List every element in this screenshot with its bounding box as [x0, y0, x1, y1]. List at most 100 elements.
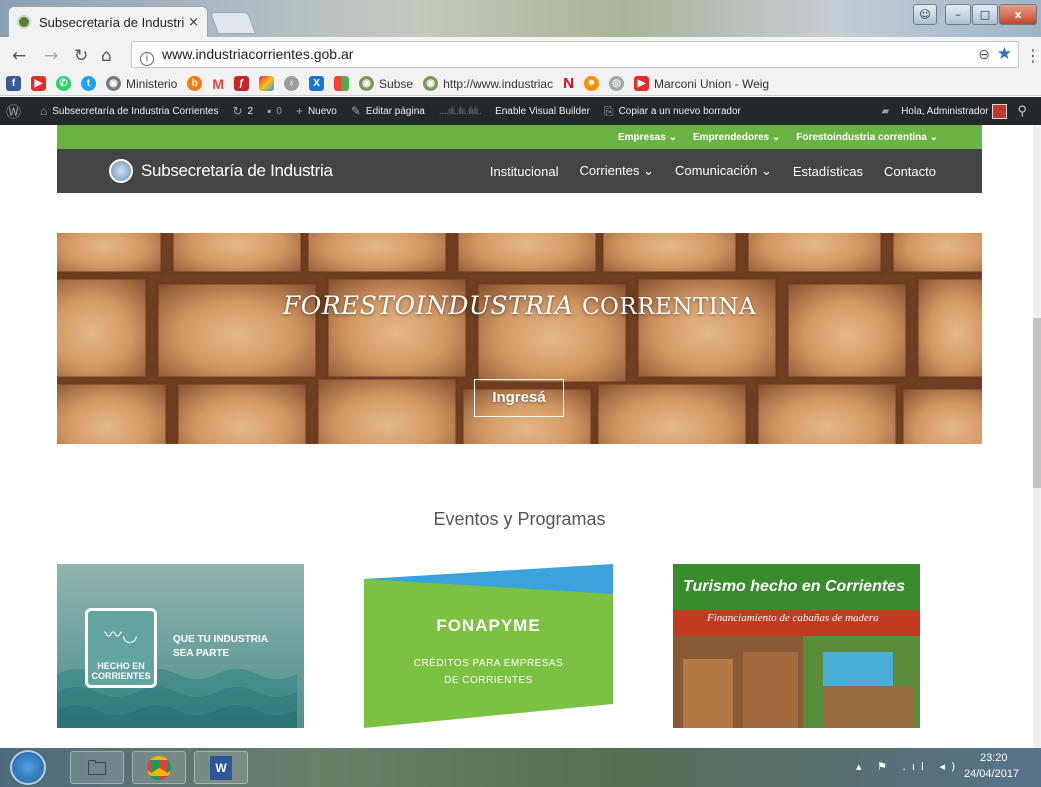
tab-title: Subsecretaría de Industri: [39, 14, 185, 30]
wp-edit-page[interactable]: ✎ Editar página: [351, 104, 425, 118]
seal-icon: ◉: [423, 76, 439, 91]
badge-line1: HECHO EN: [97, 661, 145, 671]
bookmark-pill[interactable]: ◎: [608, 74, 624, 94]
wp-site-link[interactable]: ⌂ Subsecretaría de Industria Corrientes: [40, 104, 218, 118]
home-icon[interactable]: ⌂: [101, 46, 112, 66]
bookmark-ministerio[interactable]: ◉ Ministerio: [106, 74, 177, 94]
wp-logo-icon[interactable]: Ⓦ: [6, 101, 26, 122]
word-icon: W: [210, 756, 232, 780]
nav-forestoindustria[interactable]: Forestoindustria correntina ⌄: [796, 132, 938, 143]
wp-new-label: Nuevo: [307, 105, 337, 117]
wp-stats-sparkline[interactable]: .....ıılı..ılıı..ılıılı..: [439, 106, 482, 117]
bookmark-netflix[interactable]: N: [563, 74, 574, 94]
zoom-icon[interactable]: ⊖: [978, 42, 990, 67]
notice-icon: ▰: [881, 105, 890, 117]
menu-estadisticas[interactable]: Estadísticas: [793, 164, 863, 179]
wp-edit-label: Editar página: [365, 105, 425, 117]
hero-cta-button[interactable]: Ingresá: [474, 379, 564, 417]
bookmark-b[interactable]: b: [187, 74, 203, 94]
taskbar-chrome[interactable]: [132, 751, 186, 784]
whatsapp-icon: ✆: [56, 76, 71, 91]
bookmark-grid[interactable]: [334, 74, 350, 94]
bookmark-youtube[interactable]: ▶: [31, 74, 46, 94]
clock-time[interactable]: 23:20: [980, 752, 1008, 764]
minimize-button[interactable]: –: [945, 4, 971, 25]
back-arrow-icon[interactable]: ←: [12, 46, 26, 66]
taskbar-explorer[interactable]: 🗀: [70, 751, 124, 784]
browser-tab[interactable]: Subsecretaría de Industri ×: [8, 6, 208, 37]
badge-line2: CORRIENTES: [91, 671, 151, 681]
facebook-icon: f: [6, 76, 21, 91]
bookmark-emblem[interactable]: ♁: [284, 74, 300, 94]
grid-icon: [334, 76, 350, 91]
wp-visual-builder[interactable]: Enable Visual Builder: [495, 106, 590, 117]
user-profile-icon[interactable]: ☺: [913, 4, 937, 25]
bookmark-label: Subse: [379, 76, 414, 91]
reload-icon[interactable]: ↻: [74, 46, 88, 66]
copy-icon: ⎘: [603, 103, 614, 118]
x-icon: X: [309, 76, 325, 91]
bookmark-photos[interactable]: [259, 74, 275, 94]
menu-institucional[interactable]: Institucional: [490, 164, 559, 179]
card1-line1: QUE TU INDUSTRIA: [173, 634, 268, 645]
wp-account[interactable]: ▰ Hola, Administrador ⚲: [881, 97, 1027, 125]
forward-arrow-icon[interactable]: →: [44, 46, 58, 66]
scrollbar-thumb[interactable]: [1033, 318, 1041, 488]
site-logo[interactable]: [109, 159, 133, 183]
menu-corrientes[interactable]: Corrientes ⌄: [579, 163, 653, 179]
bookmark-gmail[interactable]: M: [212, 74, 224, 94]
new-tab-button[interactable]: [209, 12, 257, 34]
wp-site-label: Subsecretaría de Industria Corrientes: [52, 105, 219, 117]
page-content: Empresas ⌄ Emprendedores ⌄ Forestoindust…: [0, 125, 1033, 748]
bookmark-label: http://www.industriac: [443, 76, 554, 91]
bookmark-twitter[interactable]: t: [81, 74, 96, 94]
nav-emprendedores[interactable]: Emprendedores ⌄: [693, 132, 780, 143]
wp-copy-draft[interactable]: ⎘ Copiar a un nuevo borrador: [604, 104, 741, 119]
pencil-icon: ✎: [350, 104, 361, 118]
url-text: www.industriacorrientes.gob.ar: [162, 46, 354, 62]
url-input[interactable]: i www.industriacorrientes.gob.ar ⊖ ★: [131, 41, 1019, 68]
bookmark-whatsapp[interactable]: ✆: [56, 74, 71, 94]
wp-comments[interactable]: ▪ 0: [267, 104, 282, 118]
bookmark-x[interactable]: X: [309, 74, 325, 94]
event-card-turismo[interactable]: Turismo hecho en Corrientes Financiamien…: [673, 564, 920, 728]
hecho-badge: 〰◡ HECHO EN CORRIENTES: [85, 608, 157, 688]
card3-title: Turismo hecho en Corrientes: [683, 578, 905, 595]
tray-icons[interactable]: ▴ ⚑ .ıl ◂): [856, 760, 961, 773]
bookmark-label: Marconi Union - Weig: [653, 76, 770, 91]
nav-empresas[interactable]: Empresas ⌄: [618, 132, 677, 143]
clock-date[interactable]: 24/04/2017: [964, 768, 1019, 780]
site-info-icon[interactable]: i: [140, 52, 154, 66]
bookmark-gear[interactable]: ✷: [583, 74, 599, 94]
start-button[interactable]: [10, 750, 46, 785]
event-card-fonapyme[interactable]: FONAPYME CRÉDITOS PARA EMPRESAS DE CORRI…: [364, 564, 613, 728]
taskbar-word[interactable]: W: [194, 751, 248, 784]
maximize-button[interactable]: □: [972, 4, 998, 25]
flash-icon: ƒ: [234, 76, 250, 91]
twitter-icon: t: [81, 76, 96, 91]
fonapyme-shape: [364, 564, 613, 728]
bookmark-subse[interactable]: ◉ Subse: [359, 74, 413, 94]
wp-copy-draft-label: Copiar a un nuevo borrador: [618, 105, 741, 117]
event-card-hecho-en-corrientes[interactable]: 〰◡ HECHO EN CORRIENTES QUE TU INDUSTRIA …: [57, 564, 304, 728]
bookmark-marconi[interactable]: ▶ Marconi Union - Weig: [633, 74, 770, 94]
wp-new[interactable]: + Nuevo: [296, 104, 337, 118]
close-window-button[interactable]: x: [999, 4, 1037, 25]
menu-contacto[interactable]: Contacto: [884, 164, 936, 179]
crocodile-icon: 〰◡: [104, 625, 138, 646]
disc-icon: ◎: [608, 76, 624, 91]
refresh-icon: ↻: [232, 104, 243, 118]
browser-menu-icon[interactable]: ⋮: [1025, 46, 1041, 65]
bookmark-star-icon[interactable]: ★: [997, 41, 1012, 66]
site-name[interactable]: Subsecretaría de Industria: [141, 161, 333, 181]
bookmark-facebook[interactable]: f: [6, 74, 21, 94]
avatar: [992, 103, 1008, 119]
bookmark-label: Ministerio: [126, 76, 178, 91]
wp-updates[interactable]: ↻ 2: [232, 104, 253, 118]
bookmark-industria[interactable]: ◉ http://www.industriac: [423, 74, 553, 94]
bookmark-flash[interactable]: ƒ: [234, 74, 250, 94]
search-icon[interactable]: ⚲: [1017, 103, 1027, 119]
home-icon: ⌂: [40, 104, 48, 118]
tab-close-icon[interactable]: ×: [188, 15, 199, 30]
menu-comunicacion[interactable]: Comunicación ⌄: [675, 163, 772, 179]
